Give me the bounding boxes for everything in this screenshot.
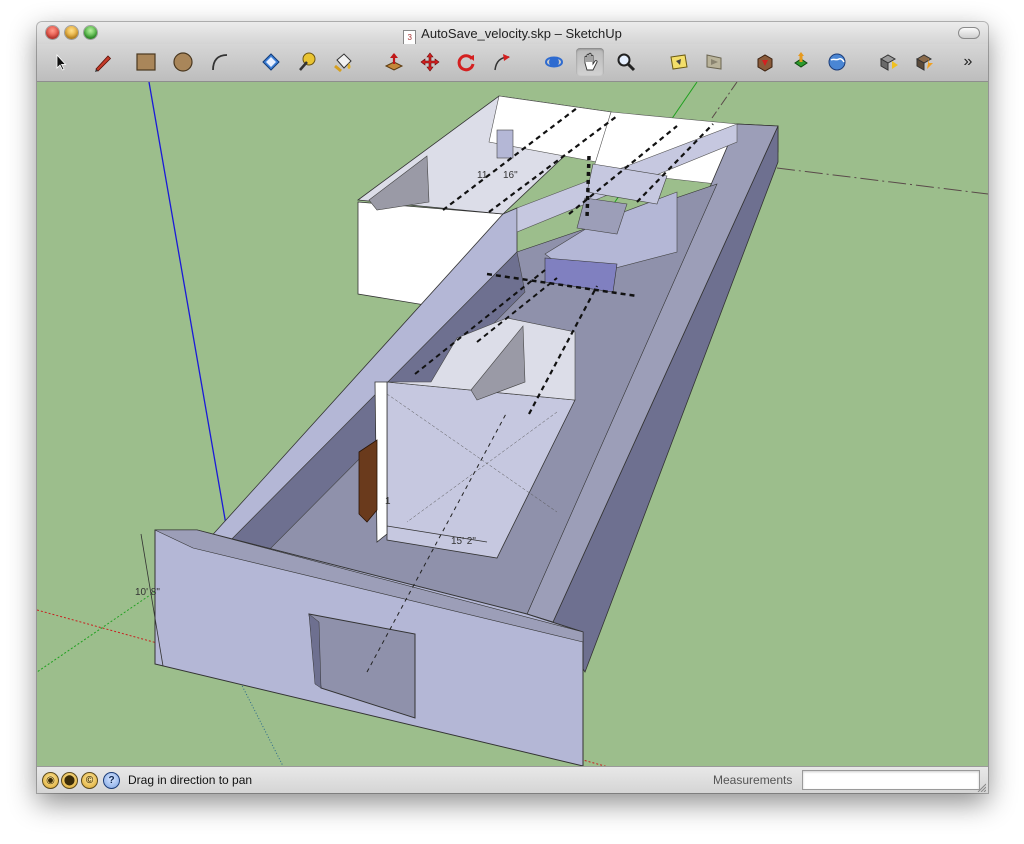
rectangle-icon xyxy=(136,53,156,71)
title-bar: 3 AutoSave_velocity.skp – SketchUp xyxy=(37,22,988,45)
window-title-container: 3 AutoSave_velocity.skp – SketchUp xyxy=(37,26,988,45)
components-icon xyxy=(879,54,898,71)
orbit-icon xyxy=(545,56,563,68)
paint-bucket-icon xyxy=(334,53,352,73)
earth-icon xyxy=(828,53,846,71)
share-model-tool-button[interactable] xyxy=(787,48,815,76)
next-view-icon xyxy=(706,54,722,70)
move-icon xyxy=(420,52,440,72)
move-tool-button[interactable] xyxy=(416,48,444,76)
resize-grip-icon[interactable] xyxy=(976,782,986,792)
measurements-label: Measurements xyxy=(713,773,793,787)
arc-icon xyxy=(212,54,228,71)
orbit-tool-button[interactable] xyxy=(540,48,568,76)
pencil-tool-button[interactable] xyxy=(89,48,117,76)
guide-line-top xyxy=(711,82,738,119)
circle-icon xyxy=(173,52,193,72)
get-models-tool-button[interactable] xyxy=(751,48,779,76)
app-window: 3 AutoSave_velocity.skp – SketchUp » 10'… xyxy=(37,22,988,793)
extension-icon xyxy=(915,54,933,71)
pencil-icon xyxy=(95,55,112,72)
upper-room-side-wall xyxy=(368,155,430,211)
drawing-viewport[interactable]: 10' 8" 15' 2" 11 16" 1 xyxy=(37,82,988,766)
model-scene[interactable]: 10' 8" 15' 2" 11 16" 1 xyxy=(37,82,988,766)
skp-document-icon[interactable]: 3 xyxy=(403,30,417,45)
height-dimension-label[interactable]: 10' 8" xyxy=(135,587,160,598)
arrow-cursor-icon xyxy=(56,53,67,71)
blue-axis xyxy=(148,82,230,543)
arc-tool-button[interactable] xyxy=(205,48,233,76)
status-bar: ◉ ⬤ © ? Drag in direction to pan Measure… xyxy=(37,766,988,793)
eraser-icon xyxy=(262,53,280,71)
copyright-icon[interactable]: © xyxy=(81,772,98,789)
circle-tool-button[interactable] xyxy=(169,48,197,76)
push-pull-tool-button[interactable] xyxy=(380,48,408,76)
rectangle-tool-button[interactable] xyxy=(132,48,160,76)
geo-location-icon[interactable]: ◉ xyxy=(42,772,59,789)
hand-icon xyxy=(584,52,598,71)
small-dimension-label[interactable]: 11 xyxy=(477,170,488,181)
door[interactable] xyxy=(358,439,378,523)
previous-view-icon xyxy=(670,54,688,70)
measurements-input[interactable] xyxy=(802,770,980,790)
guide-line-right xyxy=(776,167,988,195)
push-pull-icon xyxy=(384,53,404,71)
share-model-icon xyxy=(794,52,808,68)
tape-measure-icon xyxy=(299,52,316,71)
status-message: Drag in direction to pan xyxy=(128,773,253,787)
follow-me-tool-button[interactable] xyxy=(488,48,516,76)
toolbar: » xyxy=(37,44,988,82)
eraser-tool-button[interactable] xyxy=(257,48,285,76)
credits-icon[interactable]: ⬤ xyxy=(61,772,78,789)
extension-tool-button[interactable] xyxy=(911,48,939,76)
door-dimension-label[interactable]: 1 xyxy=(385,496,391,507)
next-view-tool-button[interactable] xyxy=(701,48,729,76)
paint-bucket-tool-button[interactable] xyxy=(329,48,357,76)
magnifier-icon xyxy=(617,53,636,72)
pan-tool-button[interactable] xyxy=(576,48,604,76)
toolbar-overflow-button[interactable]: » xyxy=(957,48,979,76)
small-dimension-label-2[interactable]: 16" xyxy=(503,170,518,181)
get-components-tool-button[interactable] xyxy=(875,48,903,76)
width-dimension-label[interactable]: 15' 2" xyxy=(451,536,476,547)
select-tool-button[interactable] xyxy=(46,48,74,76)
toolbar-toggle-button[interactable] xyxy=(958,27,980,39)
get-models-icon xyxy=(757,54,773,72)
google-earth-tool-button[interactable] xyxy=(823,48,851,76)
zoom-tool-button[interactable] xyxy=(612,48,640,76)
follow-me-icon xyxy=(494,54,510,71)
upper-room-box[interactable] xyxy=(496,129,514,159)
help-icon[interactable]: ? xyxy=(103,772,120,789)
rotate-tool-button[interactable] xyxy=(452,48,480,76)
window-title: AutoSave_velocity.skp – SketchUp xyxy=(421,26,622,41)
tape-measure-tool-button[interactable] xyxy=(293,48,321,76)
previous-view-tool-button[interactable] xyxy=(665,48,693,76)
rotate-icon xyxy=(457,54,475,72)
